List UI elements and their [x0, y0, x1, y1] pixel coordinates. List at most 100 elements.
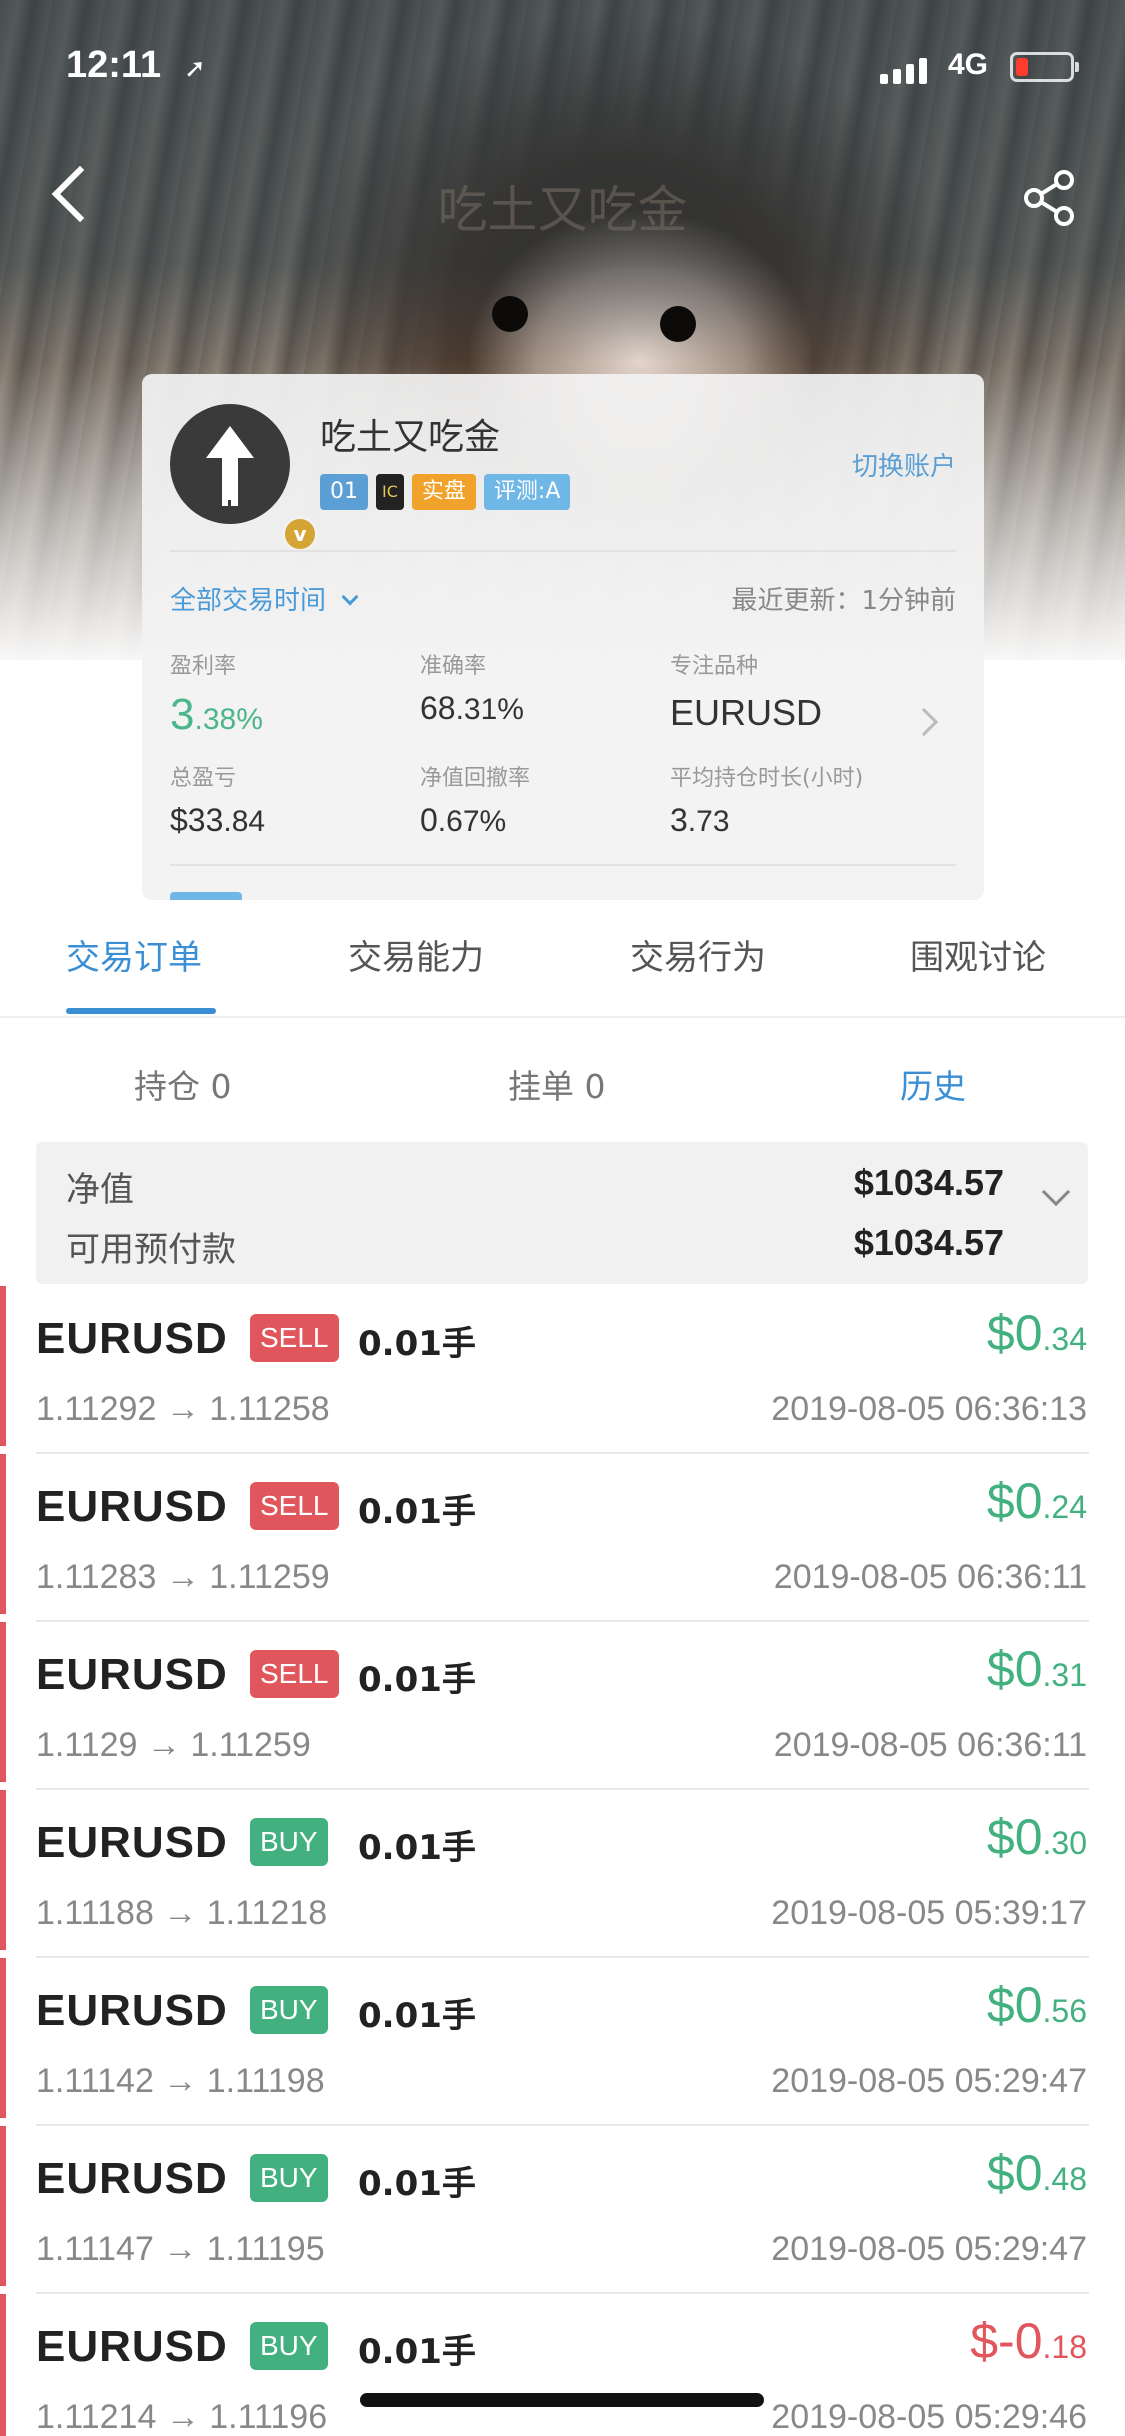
location-arrow-icon: ➚ — [184, 54, 206, 84]
order-lots: 0.01手 — [358, 1996, 476, 2036]
stat-label: 净值回撤率 — [420, 766, 531, 791]
order-side-badge: BUY — [250, 2154, 328, 2202]
order-prices: 1.11147 → 1.11195 — [36, 2230, 325, 2268]
chevron-down-icon[interactable] — [1041, 1177, 1071, 1207]
network-type: 4G — [948, 48, 989, 81]
subtab-positions[interactable]: 持仓 0 — [134, 1060, 232, 1108]
switch-account-link[interactable]: 切换账户 — [852, 446, 956, 483]
stat-accuracy: 准确率 68.31% — [420, 648, 524, 727]
page-title: 吃土又吃金 — [437, 181, 688, 239]
order-history-list: EURUSD SELL 0.01手 $0.34 1.11292 → 1.1125… — [0, 1286, 1125, 2436]
last-update-text: 最近更新：1分钟前 — [731, 586, 956, 616]
stat-value: 3.73 — [670, 802, 730, 838]
order-lots: 0.01手 — [358, 1828, 476, 1868]
stat-value: 3.38% — [170, 690, 263, 739]
order-close-time: 2019-08-05 05:29:46 — [771, 2398, 1087, 2436]
order-symbol: EURUSD — [36, 1818, 228, 1867]
order-profit: $0.24 — [986, 1473, 1087, 1529]
stat-avg-holding: 平均持仓时长(小时) 3.73 — [670, 760, 863, 839]
card-divider — [170, 550, 956, 552]
stat-value: 68.31% — [420, 690, 524, 726]
avatar[interactable]: v — [170, 404, 318, 552]
order-symbol: EURUSD — [36, 2322, 228, 2371]
stat-profit-rate: 盈利率 3.38% — [170, 648, 263, 740]
margin-value: $1034.57 — [853, 1222, 1004, 1263]
level-badge: 01 — [320, 474, 368, 510]
order-close-time: 2019-08-05 06:36:11 — [773, 1726, 1087, 1764]
order-side-badge: SELL — [250, 1314, 339, 1362]
stat-focus-symbol[interactable]: 专注品种 EURUSD — [670, 648, 822, 734]
account-summary[interactable]: 净值 $1034.57 可用预付款 $1034.57 — [36, 1142, 1088, 1284]
real-account-badge: 实盘 — [411, 474, 476, 510]
order-prices: 1.11292 → 1.11258 — [36, 1390, 330, 1428]
order-profit: $-0.18 — [970, 2313, 1087, 2369]
order-side-badge: SELL — [250, 1482, 339, 1530]
time-filter-dropdown[interactable]: 全部交易时间 — [170, 580, 359, 617]
time-filter-label: 全部交易时间 — [170, 586, 327, 616]
rating-badge: 评测:A — [483, 474, 571, 510]
order-side-bar — [0, 1622, 6, 1782]
order-side-bar — [0, 1790, 6, 1950]
order-side-bar — [0, 1454, 6, 1614]
order-side-bar — [0, 1286, 6, 1446]
order-lots: 0.01手 — [358, 2164, 476, 2204]
tab-discussion[interactable]: 围观讨论 — [910, 930, 1046, 979]
order-lots: 0.01手 — [358, 1324, 476, 1364]
order-prices: 1.11283 → 1.11259 — [36, 1558, 330, 1596]
order-profit: $0.30 — [986, 1809, 1087, 1865]
margin-label: 可用预付款 — [66, 1230, 236, 1270]
order-symbol: EURUSD — [36, 2154, 228, 2203]
order-row[interactable]: EURUSD BUY 0.01手 $0.48 1.11147 → 1.11195… — [0, 2126, 1125, 2294]
order-close-time: 2019-08-05 05:29:47 — [771, 2230, 1087, 2268]
order-close-time: 2019-08-05 05:39:17 — [771, 1894, 1087, 1932]
stat-label: 准确率 — [420, 654, 487, 679]
order-close-time: 2019-08-05 06:36:13 — [771, 1390, 1087, 1428]
trader-name: 吃土又吃金 — [320, 417, 501, 458]
stat-label: 盈利率 — [170, 654, 237, 679]
tab-orders[interactable]: 交易订单 — [66, 930, 202, 979]
order-symbol: EURUSD — [36, 1314, 228, 1363]
order-symbol: EURUSD — [36, 1482, 228, 1531]
order-row[interactable]: EURUSD BUY 0.01手 $0.56 1.11142 → 1.11198… — [0, 1958, 1125, 2126]
order-row[interactable]: EURUSD BUY 0.01手 $-0.18 1.11214 → 1.1119… — [0, 2294, 1125, 2436]
order-lots: 0.01手 — [358, 2332, 476, 2372]
order-row[interactable]: EURUSD SELL 0.01手 $0.34 1.11292 → 1.1125… — [0, 1286, 1125, 1454]
card-divider — [170, 864, 956, 866]
order-side-badge: BUY — [250, 1818, 328, 1866]
order-row[interactable]: EURUSD SELL 0.01手 $0.31 1.1129 → 1.11259… — [0, 1622, 1125, 1790]
equity-value: $1034.57 — [853, 1162, 1004, 1203]
stat-drawdown: 净值回撤率 0.67% — [420, 760, 530, 839]
status-bar: 12:11 ➚ 4G — [0, 44, 1125, 94]
subtab-pending[interactable]: 挂单 0 — [508, 1060, 606, 1108]
subtab-history[interactable]: 历史 — [900, 1060, 966, 1108]
main-tabs: 交易订单 交易能力 交易行为 围观讨论 — [0, 900, 1125, 1018]
broker-badge: IC — [376, 474, 404, 510]
order-profit: $0.31 — [986, 1641, 1087, 1697]
chevron-right-icon[interactable] — [909, 707, 939, 737]
status-time: 12:11 — [66, 44, 162, 86]
stat-value: $33.84 — [170, 802, 266, 838]
tab-behavior[interactable]: 交易行为 — [630, 930, 766, 979]
share-icon[interactable] — [1020, 168, 1080, 228]
card-bottom-tag — [170, 892, 242, 900]
order-row[interactable]: EURUSD BUY 0.01手 $0.30 1.11188 → 1.11218… — [0, 1790, 1125, 1958]
order-symbol: EURUSD — [36, 1650, 228, 1699]
order-symbol: EURUSD — [36, 1986, 228, 2035]
stat-label: 总盈亏 — [170, 766, 237, 791]
order-subtabs: 持仓 0 挂单 0 历史 — [0, 1018, 1125, 1142]
order-profit: $0.48 — [986, 2145, 1087, 2201]
order-side-bar — [0, 1958, 6, 2118]
order-lots: 0.01手 — [358, 1492, 476, 1532]
order-row[interactable]: EURUSD SELL 0.01手 $0.24 1.11283 → 1.1125… — [0, 1454, 1125, 1622]
stat-value: 0.67% — [420, 802, 507, 838]
equity-label: 净值 — [66, 1170, 134, 1210]
order-profit: $0.34 — [986, 1305, 1087, 1361]
badge-row: 01 IC 实盘 评测:A — [320, 474, 571, 510]
active-tab-indicator — [66, 1008, 216, 1014]
order-profit: $0.56 — [986, 1977, 1087, 2033]
order-side-badge: SELL — [250, 1650, 339, 1698]
chevron-down-icon — [341, 588, 359, 606]
stat-total-pnl: 总盈亏 $33.84 — [170, 760, 265, 839]
signal-strength-icon — [880, 58, 927, 84]
tab-ability[interactable]: 交易能力 — [348, 930, 484, 979]
